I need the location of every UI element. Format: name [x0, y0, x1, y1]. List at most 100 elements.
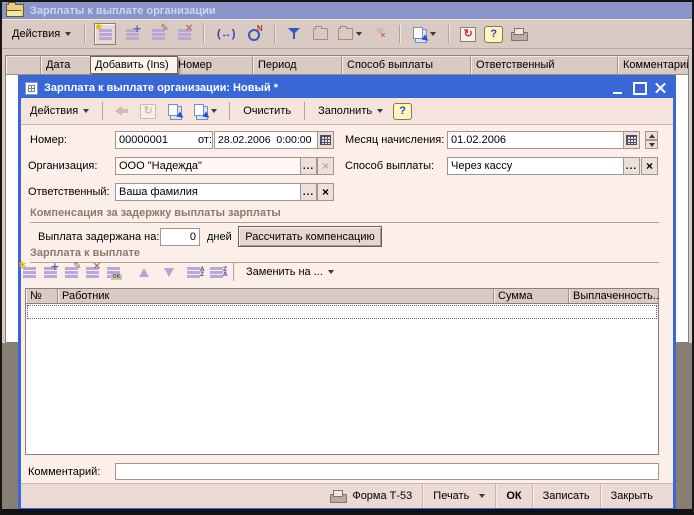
copy-settings-button[interactable]	[164, 101, 184, 121]
responsible-clear-button[interactable]: ×	[317, 183, 334, 201]
organization-select-button[interactable]: ...	[300, 157, 317, 175]
row-delete-button[interactable]	[84, 262, 100, 282]
document-icon	[25, 82, 38, 95]
salary-table-toolbar: Заменить на ...	[21, 263, 338, 281]
calc-compensation-button[interactable]: Рассчитать компенсацию	[238, 226, 382, 247]
add-button[interactable]	[94, 23, 116, 45]
delete-button[interactable]	[174, 24, 194, 44]
salary-section-header: Зарплата к выплате	[30, 247, 659, 263]
responsible-select-button[interactable]: ...	[300, 183, 317, 201]
column-header-paid[interactable]: Выплаченность...	[569, 289, 658, 303]
add-copy-icon	[44, 267, 57, 278]
minimize-icon[interactable]	[611, 82, 626, 95]
column-header-num[interactable]: №	[26, 289, 58, 303]
interval-button[interactable]: (↔)	[213, 24, 239, 44]
filter-sort-button[interactable]	[284, 24, 304, 44]
salary-dialog: Зарплата к выплате организации: Новый * …	[18, 75, 676, 510]
toolbar-separator	[84, 25, 85, 43]
toolbar-separator	[233, 263, 234, 281]
date-input[interactable]	[214, 131, 318, 149]
application-window: Зарплаты к выплате организации Действия …	[0, 0, 694, 515]
row-move-down-button[interactable]	[159, 262, 179, 282]
add-copy-button[interactable]	[122, 24, 142, 44]
edit-button[interactable]	[148, 24, 168, 44]
add-copy-icon	[126, 29, 139, 40]
month-input[interactable]	[447, 131, 624, 149]
app-actions-menu[interactable]: Действия	[8, 26, 75, 42]
column-header-blank[interactable]	[6, 56, 41, 74]
toolbar-separator	[229, 102, 230, 120]
app-titlebar: Зарплаты к выплате организации	[2, 2, 692, 19]
salary-table-header: № Работник Сумма Выплаченность...	[25, 288, 659, 304]
clear-button[interactable]: Очистить	[239, 103, 295, 119]
column-header-responsible[interactable]: Ответственный	[471, 56, 618, 74]
toolbar-separator	[102, 102, 103, 120]
open-folder-button[interactable]	[310, 24, 330, 44]
responsible-label: Ответственный:	[28, 186, 110, 198]
previous-document-button[interactable]	[112, 101, 132, 121]
column-header-comment[interactable]: Комментарий	[618, 56, 688, 74]
row-edit-button[interactable]	[63, 262, 79, 282]
form-t53-button[interactable]: Форма Т-53	[320, 484, 422, 508]
pay-method-select-button[interactable]: ...	[623, 157, 640, 175]
pay-method-clear-button[interactable]: ×	[641, 157, 658, 175]
save-button[interactable]: Записать	[532, 484, 600, 508]
comment-input[interactable]	[115, 463, 659, 480]
spinner-up-icon[interactable]	[645, 131, 658, 140]
ok-button[interactable]: ОК	[495, 484, 531, 508]
print-button[interactable]	[509, 24, 529, 44]
column-header-employee[interactable]: Работник	[58, 289, 494, 303]
delete-icon	[178, 29, 191, 40]
app-help-button[interactable]: ?	[484, 26, 503, 43]
spinner-down-icon[interactable]	[645, 140, 658, 149]
filter-clear-button[interactable]	[370, 24, 390, 44]
edit-icon	[152, 29, 165, 40]
row-move-up-button[interactable]	[134, 262, 154, 282]
column-header-number[interactable]: Номер	[173, 56, 253, 74]
toolbar-separator	[274, 25, 275, 43]
close-button[interactable]: Закрыть	[600, 484, 663, 508]
pay-method-input[interactable]	[447, 157, 624, 175]
copy-settings-menu[interactable]	[190, 101, 220, 121]
fill-menu[interactable]: Заполнить	[314, 103, 387, 119]
dialog-help-button[interactable]: ?	[393, 103, 412, 120]
search-number-button[interactable]	[245, 24, 265, 44]
sort-desc-button[interactable]	[207, 262, 225, 282]
print-menu[interactable]: Печать	[422, 484, 495, 508]
maximize-icon[interactable]	[632, 82, 647, 95]
refresh-button[interactable]	[458, 24, 478, 44]
date-calendar-button[interactable]	[317, 131, 334, 149]
toolbar-separator	[448, 25, 449, 43]
column-header-amount[interactable]: Сумма	[494, 289, 569, 303]
dialog-actions-menu[interactable]: Действия	[26, 103, 93, 119]
month-label: Месяц начисления:	[345, 134, 444, 146]
delay-days-input[interactable]	[160, 228, 200, 246]
delete-icon	[86, 267, 99, 278]
app-toolbar: Действия (↔) ?	[2, 19, 692, 49]
salary-table-body[interactable]	[25, 304, 659, 455]
dialog-titlebar[interactable]: Зарплата к выплате организации: Новый *	[21, 78, 673, 98]
column-header-pay-method[interactable]: Способ выплаты	[342, 56, 471, 74]
sort-asc-button[interactable]	[184, 262, 202, 282]
toolbar-separator	[203, 25, 204, 43]
output-list-button[interactable]	[409, 24, 439, 44]
organization-clear-button[interactable]: ×	[317, 157, 334, 175]
compensation-section-header: Компенсация за задержку выплаты зарплаты	[30, 207, 659, 223]
row-end-edit-button[interactable]	[105, 262, 121, 282]
replace-with-menu[interactable]: Заменить на ...	[242, 264, 338, 280]
number-label: Номер:	[30, 134, 67, 146]
month-spinner[interactable]	[645, 131, 658, 149]
filter-clear-icon	[374, 28, 386, 40]
column-header-period[interactable]: Период	[253, 56, 342, 74]
reread-button[interactable]	[138, 101, 158, 121]
month-calendar-button[interactable]	[623, 131, 640, 149]
printer-icon	[511, 28, 528, 41]
row-add-button[interactable]	[21, 262, 37, 282]
row-add-copy-button[interactable]	[42, 262, 58, 282]
copy-pages-icon	[412, 27, 427, 41]
responsible-input[interactable]	[115, 183, 301, 201]
organization-input[interactable]	[115, 157, 301, 175]
folder-history-button[interactable]	[336, 24, 364, 44]
arrow-up-icon	[139, 268, 149, 277]
close-icon[interactable]	[653, 82, 668, 95]
